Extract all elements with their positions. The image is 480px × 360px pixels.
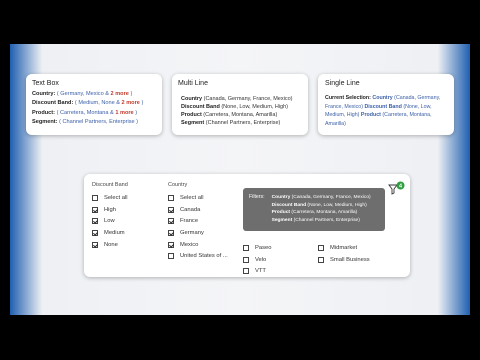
text-box-row-country: Country: ( Germany, Mexico & 2 more )	[32, 91, 133, 97]
filters-tooltip-heading: Filters:	[249, 194, 265, 200]
slicer-option[interactable]: Mexico	[168, 239, 228, 251]
checkbox[interactable]	[318, 256, 324, 263]
slicer-option[interactable]: Select all	[92, 192, 128, 204]
checkbox[interactable]	[92, 218, 98, 225]
slicer-option-label: Paseo	[255, 244, 272, 251]
tooltip-row-product: Product (Carretera, Montana, Amarilla)	[271, 210, 358, 215]
slicer-option-label: High	[104, 206, 116, 213]
multi-line-title: Multi Line	[178, 80, 208, 87]
checkbox[interactable]	[168, 241, 174, 248]
multi-line-row-segment: Segment (Channel Partners, Enterprise)	[181, 120, 281, 126]
slicer-option-label: Low	[104, 218, 115, 225]
slicer-country-title: Country	[168, 182, 188, 188]
slicer-option[interactable]: Canada	[168, 204, 228, 216]
single-line-card: Single Line Current Selection: Country (…	[318, 74, 454, 135]
text-box-row-segment: Segment: ( Channel Partners, Enterprise …	[32, 119, 139, 126]
slicer-option[interactable]: Paseo	[243, 242, 271, 254]
slicer-option[interactable]: United States of ...	[168, 250, 228, 262]
slicer-option-label: None	[104, 241, 118, 248]
slicer-option[interactable]: Low	[92, 215, 128, 227]
slicer-segment: Midmarket Small Business	[318, 242, 370, 265]
slicer-option[interactable]: France	[168, 215, 228, 227]
slicer-option-label: Velo	[255, 256, 267, 263]
slicer-discount-band-title: Discount Band	[92, 182, 128, 188]
slicer-option[interactable]: VTT	[243, 265, 271, 277]
slicer-option-label: Germany	[180, 229, 204, 236]
tooltip-row-country: Country (Canada, Germany, France, Mexico…	[271, 195, 371, 200]
slicer-option-label: Select all	[104, 194, 128, 201]
tooltip-row-segment: Segment (Channel Partners, Enterprise)	[271, 217, 360, 223]
multi-line-card: Multi Line Country (Canada, Germany, Fra…	[172, 74, 308, 135]
tooltip-row-discount: Discount Band (None, Low, Medium, High)	[271, 202, 367, 208]
text-box-card: Text Box Country: ( Germany, Mexico & 2 …	[26, 74, 162, 135]
slicer-option-label: Small Business	[330, 256, 370, 263]
checkbox[interactable]	[318, 244, 324, 251]
slicer-product: Paseo Velo VTT	[243, 242, 271, 277]
slicer-option[interactable]: Select all	[168, 192, 228, 204]
slicer-option-label: VTT	[255, 268, 266, 275]
filter-funnel-icon[interactable]: 4	[388, 181, 406, 195]
slicer-option-label: Canada	[180, 206, 201, 213]
checkbox[interactable]	[243, 256, 249, 263]
report-canvas: Text Box Country: ( Germany, Mexico & 2 …	[10, 44, 470, 315]
text-box-title: Text Box	[32, 80, 59, 87]
checkbox[interactable]	[243, 244, 249, 251]
checkbox[interactable]	[168, 218, 174, 225]
multi-line-row-discount: Discount Band (None, Low, Medium, High)	[181, 104, 288, 110]
slicer-country: Country Select all Canada France Germany Mex…	[168, 182, 228, 262]
checkbox[interactable]	[92, 241, 98, 248]
slicer-option[interactable]: Medium	[92, 227, 128, 239]
single-line-text: Current Selection: Country (Canada, Germ…	[325, 95, 441, 127]
text-box-row-discount: Discount Band: ( Medium, None & 2 more )	[32, 100, 144, 107]
slicer-option[interactable]: Velo	[243, 254, 271, 266]
checkbox[interactable]	[168, 194, 174, 201]
checkbox[interactable]	[92, 206, 98, 213]
filters-tooltip: Filters: Country (Canada, Germany, Franc…	[243, 188, 385, 231]
slicer-option-label: France	[180, 218, 199, 225]
slicer-option[interactable]: High	[92, 204, 128, 216]
slicer-discount-band: Discount Band Select all High Low Medium Non…	[92, 182, 128, 250]
slicer-option-label: Medium	[104, 229, 125, 236]
checkbox[interactable]	[92, 194, 98, 201]
slicer-option[interactable]: Midmarket	[318, 242, 370, 254]
multi-line-row-country: Country (Canada, Germany, France, Mexico…	[181, 96, 293, 102]
slicer-option-label: Select all	[180, 194, 204, 201]
single-line-title: Single Line	[325, 80, 360, 87]
checkbox[interactable]	[243, 268, 249, 275]
slicer-option[interactable]: Germany	[168, 227, 228, 239]
slicer-option-label: Midmarket	[330, 244, 358, 251]
slicer-option[interactable]: Small Business	[318, 254, 370, 266]
slicer-option-label: United States of ...	[180, 253, 228, 260]
checkbox[interactable]	[168, 206, 174, 213]
checkbox[interactable]	[92, 229, 98, 236]
multi-line-row-product: Product (Carretera, Montana, Amarilla)	[181, 112, 278, 118]
slicer-option[interactable]: None	[92, 239, 128, 251]
slicer-option-label: Mexico	[180, 241, 199, 248]
checkbox[interactable]	[168, 229, 174, 236]
checkbox[interactable]	[168, 253, 174, 260]
text-box-row-product: Product: ( Carretera, Montana & 1 more )	[32, 109, 138, 116]
